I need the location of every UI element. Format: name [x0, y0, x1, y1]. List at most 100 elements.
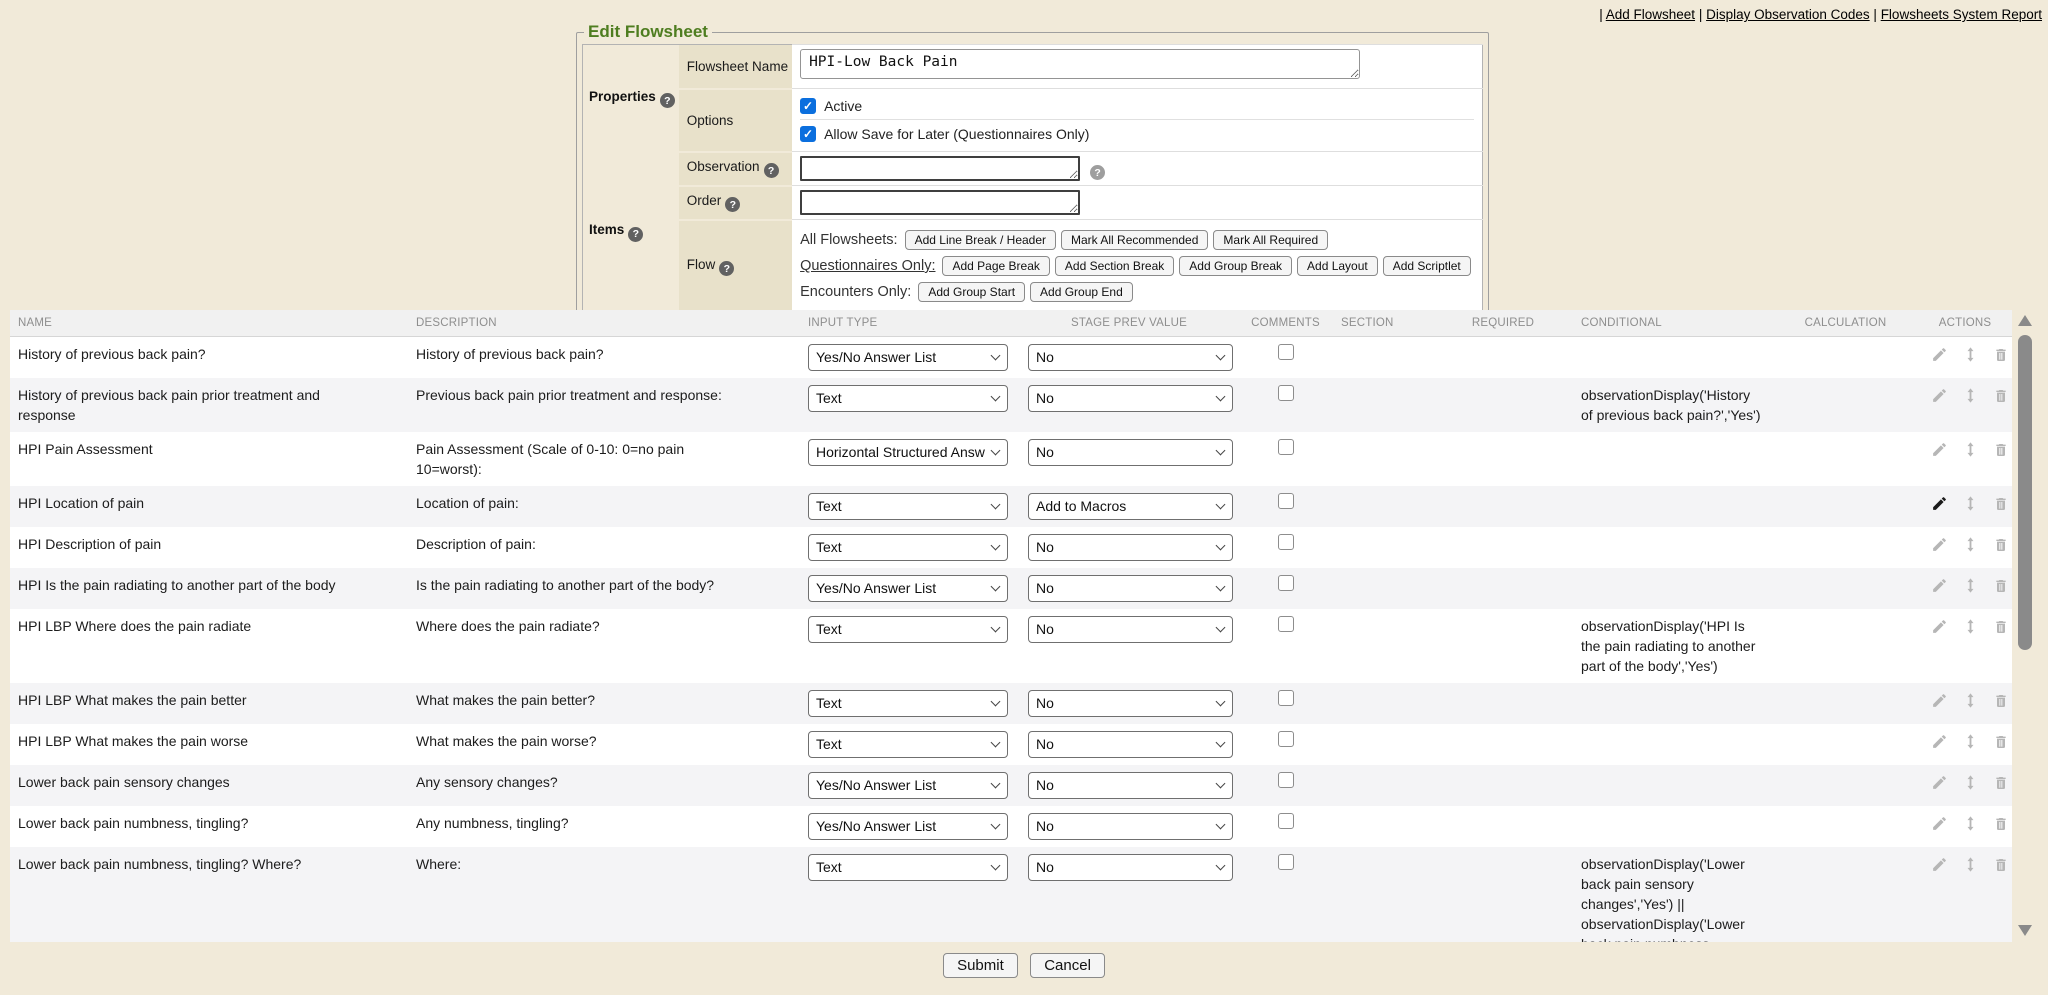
comments-checkbox[interactable]: [1278, 731, 1294, 747]
move-updown-icon[interactable]: [1962, 346, 1979, 363]
help-icon[interactable]: ?: [1090, 165, 1105, 180]
comments-checkbox[interactable]: [1278, 385, 1294, 401]
edit-pencil-icon[interactable]: [1931, 577, 1948, 594]
input-type-select[interactable]: Text: [808, 854, 1008, 881]
comments-checkbox[interactable]: [1278, 493, 1294, 509]
edit-pencil-icon[interactable]: [1931, 536, 1948, 553]
edit-pencil-icon[interactable]: [1931, 346, 1948, 363]
delete-trash-icon[interactable]: [1993, 775, 2009, 791]
edit-pencil-icon[interactable]: [1931, 815, 1948, 832]
link-add-flowsheet[interactable]: Add Flowsheet: [1606, 7, 1695, 22]
input-type-select[interactable]: Horizontal Structured Answer List: [808, 439, 1008, 466]
edit-pencil-icon[interactable]: [1931, 618, 1948, 635]
comments-checkbox[interactable]: [1278, 772, 1294, 788]
delete-trash-icon[interactable]: [1993, 734, 2009, 750]
mark-all-recommended-button[interactable]: Mark All Recommended: [1061, 230, 1208, 250]
move-updown-icon[interactable]: [1962, 387, 1979, 404]
input-type-select[interactable]: Text: [808, 731, 1008, 758]
input-type-select[interactable]: Text: [808, 534, 1008, 561]
input-type-select[interactable]: Text: [808, 493, 1008, 520]
input-type-select[interactable]: Yes/No Answer List: [808, 344, 1008, 371]
stage-prev-value-select[interactable]: No: [1028, 690, 1233, 717]
delete-trash-icon[interactable]: [1993, 347, 2009, 363]
add-scriptlet-button[interactable]: Add Scriptlet: [1383, 256, 1471, 276]
help-icon[interactable]: ?: [719, 261, 734, 276]
add-layout-button[interactable]: Add Layout: [1297, 256, 1378, 276]
input-type-select[interactable]: Text: [808, 385, 1008, 412]
move-updown-icon[interactable]: [1962, 577, 1979, 594]
input-type-select[interactable]: Yes/No Answer List: [808, 575, 1008, 602]
link-display-observation-codes[interactable]: Display Observation Codes: [1706, 7, 1870, 22]
comments-checkbox[interactable]: [1278, 616, 1294, 632]
stage-prev-value-select[interactable]: No: [1028, 385, 1233, 412]
option-checkbox-active[interactable]: [800, 98, 816, 114]
move-updown-icon[interactable]: [1962, 774, 1979, 791]
edit-pencil-icon[interactable]: [1931, 495, 1948, 512]
edit-pencil-icon[interactable]: [1931, 774, 1948, 791]
option-checkbox-allow-save-for-later-questionnaires-only[interactable]: [800, 126, 816, 142]
scroll-down-arrow-icon[interactable]: [2018, 925, 2032, 936]
input-type-select[interactable]: Yes/No Answer List: [808, 772, 1008, 799]
add-group-start-button[interactable]: Add Group Start: [918, 282, 1025, 302]
delete-trash-icon[interactable]: [1993, 442, 2009, 458]
edit-pencil-icon[interactable]: [1931, 441, 1948, 458]
delete-trash-icon[interactable]: [1993, 857, 2009, 873]
comments-checkbox[interactable]: [1278, 575, 1294, 591]
stage-prev-value-select[interactable]: No: [1028, 534, 1233, 561]
help-icon[interactable]: ?: [725, 197, 740, 212]
edit-pencil-icon[interactable]: [1931, 733, 1948, 750]
add-section-break-button[interactable]: Add Section Break: [1055, 256, 1174, 276]
comments-checkbox[interactable]: [1278, 534, 1294, 550]
move-updown-icon[interactable]: [1962, 692, 1979, 709]
delete-trash-icon[interactable]: [1993, 578, 2009, 594]
order-input[interactable]: [800, 190, 1080, 215]
delete-trash-icon[interactable]: [1993, 619, 2009, 635]
add-group-end-button[interactable]: Add Group End: [1030, 282, 1133, 302]
cancel-button[interactable]: Cancel: [1030, 953, 1105, 978]
stage-prev-value-select[interactable]: No: [1028, 772, 1233, 799]
move-updown-icon[interactable]: [1962, 856, 1979, 873]
input-type-select[interactable]: Text: [808, 690, 1008, 717]
comments-checkbox[interactable]: [1278, 813, 1294, 829]
delete-trash-icon[interactable]: [1993, 693, 2009, 709]
help-icon[interactable]: ?: [764, 163, 779, 178]
mark-all-required-button[interactable]: Mark All Required: [1213, 230, 1328, 250]
stage-prev-value-select[interactable]: No: [1028, 813, 1233, 840]
stage-prev-value-select[interactable]: No: [1028, 854, 1233, 881]
scroll-up-arrow-icon[interactable]: [2018, 315, 2032, 326]
comments-checkbox[interactable]: [1278, 344, 1294, 360]
help-icon[interactable]: ?: [628, 227, 643, 242]
edit-pencil-icon[interactable]: [1931, 856, 1948, 873]
delete-trash-icon[interactable]: [1993, 388, 2009, 404]
move-updown-icon[interactable]: [1962, 495, 1979, 512]
stage-prev-value-select[interactable]: No: [1028, 344, 1233, 371]
scrollbar-thumb[interactable]: [2018, 335, 2032, 650]
move-updown-icon[interactable]: [1962, 733, 1979, 750]
delete-trash-icon[interactable]: [1993, 496, 2009, 512]
move-updown-icon[interactable]: [1962, 441, 1979, 458]
delete-trash-icon[interactable]: [1993, 537, 2009, 553]
add-page-break-button[interactable]: Add Page Break: [942, 256, 1049, 276]
observation-input[interactable]: [800, 156, 1080, 181]
input-type-select[interactable]: Yes/No Answer List: [808, 813, 1008, 840]
comments-checkbox[interactable]: [1278, 690, 1294, 706]
edit-pencil-icon[interactable]: [1931, 387, 1948, 404]
input-type-select[interactable]: Text: [808, 616, 1008, 643]
comments-checkbox[interactable]: [1278, 439, 1294, 455]
move-updown-icon[interactable]: [1962, 618, 1979, 635]
comments-checkbox[interactable]: [1278, 854, 1294, 870]
help-icon[interactable]: ?: [660, 93, 675, 108]
table-scrollbar[interactable]: [2018, 312, 2032, 938]
add-group-break-button[interactable]: Add Group Break: [1179, 256, 1292, 276]
stage-prev-value-select[interactable]: Add to Macros: [1028, 493, 1233, 520]
link-flowsheets-system-report[interactable]: Flowsheets System Report: [1881, 7, 2042, 22]
submit-button[interactable]: Submit: [943, 953, 1018, 978]
stage-prev-value-select[interactable]: No: [1028, 575, 1233, 602]
edit-pencil-icon[interactable]: [1931, 692, 1948, 709]
flowsheet-name-input[interactable]: HPI-Low Back Pain: [800, 49, 1360, 79]
add-line-break-header-button[interactable]: Add Line Break / Header: [905, 230, 1056, 250]
move-updown-icon[interactable]: [1962, 536, 1979, 553]
stage-prev-value-select[interactable]: No: [1028, 616, 1233, 643]
delete-trash-icon[interactable]: [1993, 816, 2009, 832]
stage-prev-value-select[interactable]: No: [1028, 439, 1233, 466]
